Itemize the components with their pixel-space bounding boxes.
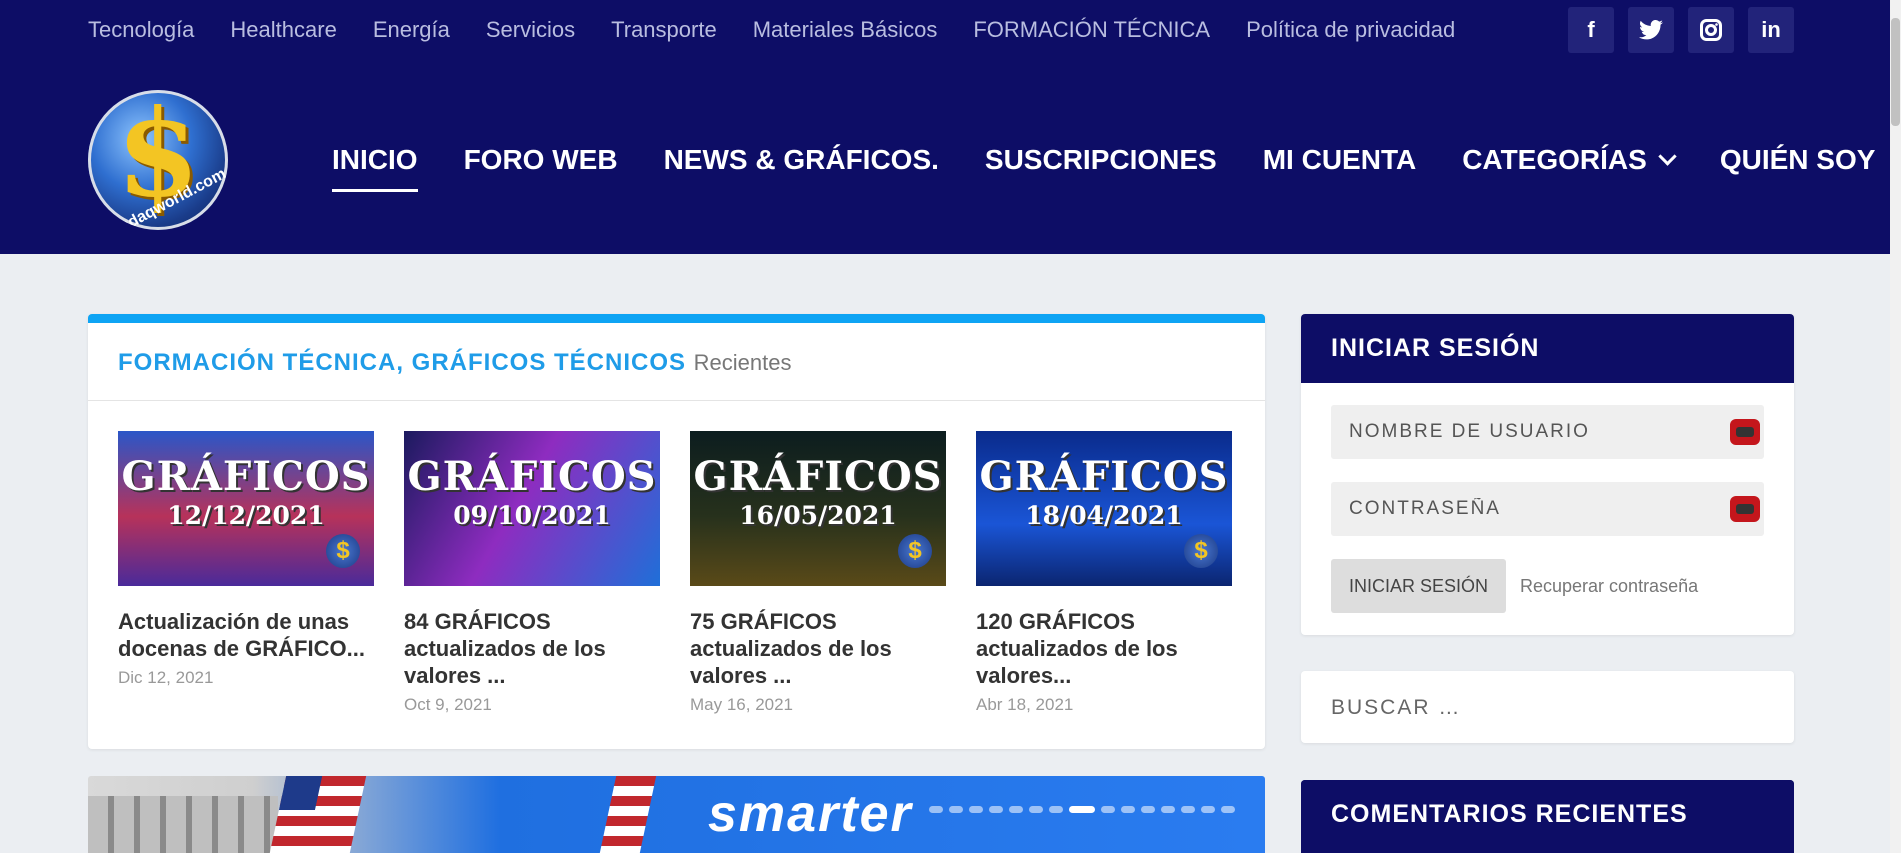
login-button[interactable]: INICIAR SESIÓN (1331, 559, 1507, 613)
us-flag-image (599, 776, 657, 853)
thumbnail-title: GRÁFICOS (121, 453, 371, 500)
slider-dot[interactable] (989, 806, 1003, 813)
post-date: May 16, 2021 (690, 695, 794, 714)
section-title: FORMACIÓN TÉCNICA, GRÁFICOS TÉCNICOS Rec… (118, 349, 792, 377)
topnav-healthcare[interactable]: Healthcare (230, 14, 336, 46)
posts-list: GRÁFICOS 12/12/2021 $ Actualización de u… (118, 431, 1232, 715)
hero-banner-text: smarter (708, 785, 913, 843)
post-item: GRÁFICOS 16/05/2021 $ 75 GRÁFICOS actual… (690, 431, 946, 715)
topnav-tecnologia[interactable]: Tecnología (88, 14, 194, 46)
site-header: Tecnología Healthcare Energía Servicios … (0, 0, 1890, 254)
page-scrollbar[interactable] (1890, 0, 1901, 853)
login-widget: INICIAR SESIÓN INICIAR SESIÓN Recuperar … (1301, 314, 1794, 635)
slider-dots (929, 806, 1235, 813)
slider-dot[interactable] (1161, 806, 1175, 813)
password-input[interactable] (1331, 482, 1729, 536)
facebook-icon[interactable]: f (1568, 7, 1614, 53)
slider-dot[interactable] (1049, 806, 1063, 813)
login-title: INICIAR SESIÓN (1301, 314, 1794, 383)
post-item: GRÁFICOS 18/04/2021 $ 120 GRÁFICOS actua… (976, 431, 1232, 715)
nav-mi-cuenta[interactable]: MI CUENTA (1263, 142, 1416, 178)
post-thumbnail[interactable]: GRÁFICOS 12/12/2021 $ (118, 431, 374, 586)
nav-categorias[interactable]: CATEGORÍAS (1462, 142, 1677, 178)
recent-posts-card: FORMACIÓN TÉCNICA, GRÁFICOS TÉCNICOS Rec… (88, 314, 1265, 749)
section-title-text[interactable]: FORMACIÓN TÉCNICA, GRÁFICOS TÉCNICOS (118, 349, 686, 376)
us-flag-image (269, 776, 367, 853)
slider-dot[interactable] (1029, 806, 1043, 813)
username-field-wrap (1331, 405, 1764, 459)
post-item: GRÁFICOS 09/10/2021 84 GRÁFICOS actualiz… (404, 431, 660, 715)
search-input[interactable] (1301, 671, 1773, 745)
slider-dot[interactable] (1009, 806, 1023, 813)
slider-dot-active[interactable] (1069, 806, 1095, 813)
thumbnail-date: 12/12/2021 (167, 501, 325, 530)
slider-dot[interactable] (1181, 806, 1195, 813)
post-item: GRÁFICOS 12/12/2021 $ Actualización de u… (118, 431, 374, 715)
thumbnail-date: 16/05/2021 (739, 501, 897, 530)
slider-dot[interactable] (969, 806, 983, 813)
post-date: Abr 18, 2021 (976, 695, 1074, 714)
thumbnail-title: GRÁFICOS (693, 453, 943, 500)
dollar-coin-icon: $ (898, 534, 932, 568)
building-pillars (88, 796, 278, 853)
linkedin-icon[interactable]: in (1748, 7, 1794, 53)
post-date: Oct 9, 2021 (404, 695, 492, 714)
topnav-formacion-tecnica[interactable]: FORMACIÓN TÉCNICA (973, 14, 1210, 46)
scrollbar-thumb[interactable] (1891, 18, 1900, 126)
slider-dot[interactable] (1141, 806, 1155, 813)
nav-news-graficos[interactable]: NEWS & GRÁFICOS. (664, 142, 939, 178)
instagram-icon[interactable] (1688, 7, 1734, 53)
post-title[interactable]: 84 GRÁFICOS actualizados de los valores … (404, 608, 660, 689)
slider-dot[interactable] (1221, 806, 1235, 813)
nav-quien-soy[interactable]: QUIÉN SOY (1720, 142, 1876, 178)
post-thumbnail[interactable]: GRÁFICOS 09/10/2021 (404, 431, 660, 586)
topnav-servicios[interactable]: Servicios (486, 14, 575, 46)
section-subtitle: Recientes (693, 350, 792, 375)
slider-dot[interactable] (1101, 806, 1115, 813)
slider-dot[interactable] (929, 806, 943, 813)
nav-categorias-label: CATEGORÍAS (1462, 144, 1647, 175)
social-links: f in (1568, 7, 1794, 53)
thumbnail-date: 18/04/2021 (1025, 501, 1183, 530)
topnav-politica-privacidad[interactable]: Política de privacidad (1246, 14, 1455, 46)
username-input[interactable] (1331, 405, 1729, 459)
site-logo[interactable]: $ nasdaqworld.com (88, 90, 228, 230)
chevron-down-icon (1658, 147, 1677, 166)
thumbnail-title: GRÁFICOS (407, 453, 657, 500)
top-category-nav: Tecnología Healthcare Energía Servicios … (88, 14, 1491, 46)
nav-suscripciones[interactable]: SUSCRIPCIONES (985, 142, 1217, 178)
post-title[interactable]: 120 GRÁFICOS actualizados de los valores… (976, 608, 1232, 689)
topnav-materiales-basicos[interactable]: Materiales Básicos (753, 14, 938, 46)
hero-slider[interactable]: smarter (88, 776, 1265, 853)
nav-inicio[interactable]: INICIO (332, 142, 418, 192)
slider-dot[interactable] (1121, 806, 1135, 813)
slider-dot[interactable] (949, 806, 963, 813)
post-date: Dic 12, 2021 (118, 668, 214, 687)
divider (88, 400, 1265, 401)
thumbnail-title: GRÁFICOS (979, 453, 1229, 500)
recent-comments-widget: COMENTARIOS RECIENTES (1301, 780, 1794, 853)
thumbnail-date: 09/10/2021 (453, 501, 611, 530)
dollar-logo-icon: $ (116, 90, 200, 224)
dollar-coin-icon: $ (1184, 534, 1218, 568)
twitter-icon[interactable] (1628, 7, 1674, 53)
post-title[interactable]: 75 GRÁFICOS actualizados de los valores … (690, 608, 946, 689)
password-field-wrap (1331, 482, 1764, 536)
post-title[interactable]: Actualización de unas docenas de GRÁFICO… (118, 608, 374, 662)
password-manager-icon[interactable] (1730, 419, 1760, 445)
slider-dot[interactable] (1201, 806, 1215, 813)
dollar-coin-icon: $ (326, 534, 360, 568)
topnav-transporte[interactable]: Transporte (611, 14, 717, 46)
post-thumbnail[interactable]: GRÁFICOS 18/04/2021 $ (976, 431, 1232, 586)
main-nav: INICIO FORO WEB NEWS & GRÁFICOS. SUSCRIP… (332, 142, 1901, 192)
recover-password-link[interactable]: Recuperar contraseña (1520, 559, 1698, 613)
nav-foro-web[interactable]: FORO WEB (464, 142, 618, 178)
post-thumbnail[interactable]: GRÁFICOS 16/05/2021 $ (690, 431, 946, 586)
recent-comments-title: COMENTARIOS RECIENTES (1301, 780, 1794, 849)
password-manager-icon[interactable] (1730, 496, 1760, 522)
search-widget (1301, 671, 1794, 745)
topnav-energia[interactable]: Energía (373, 14, 450, 46)
